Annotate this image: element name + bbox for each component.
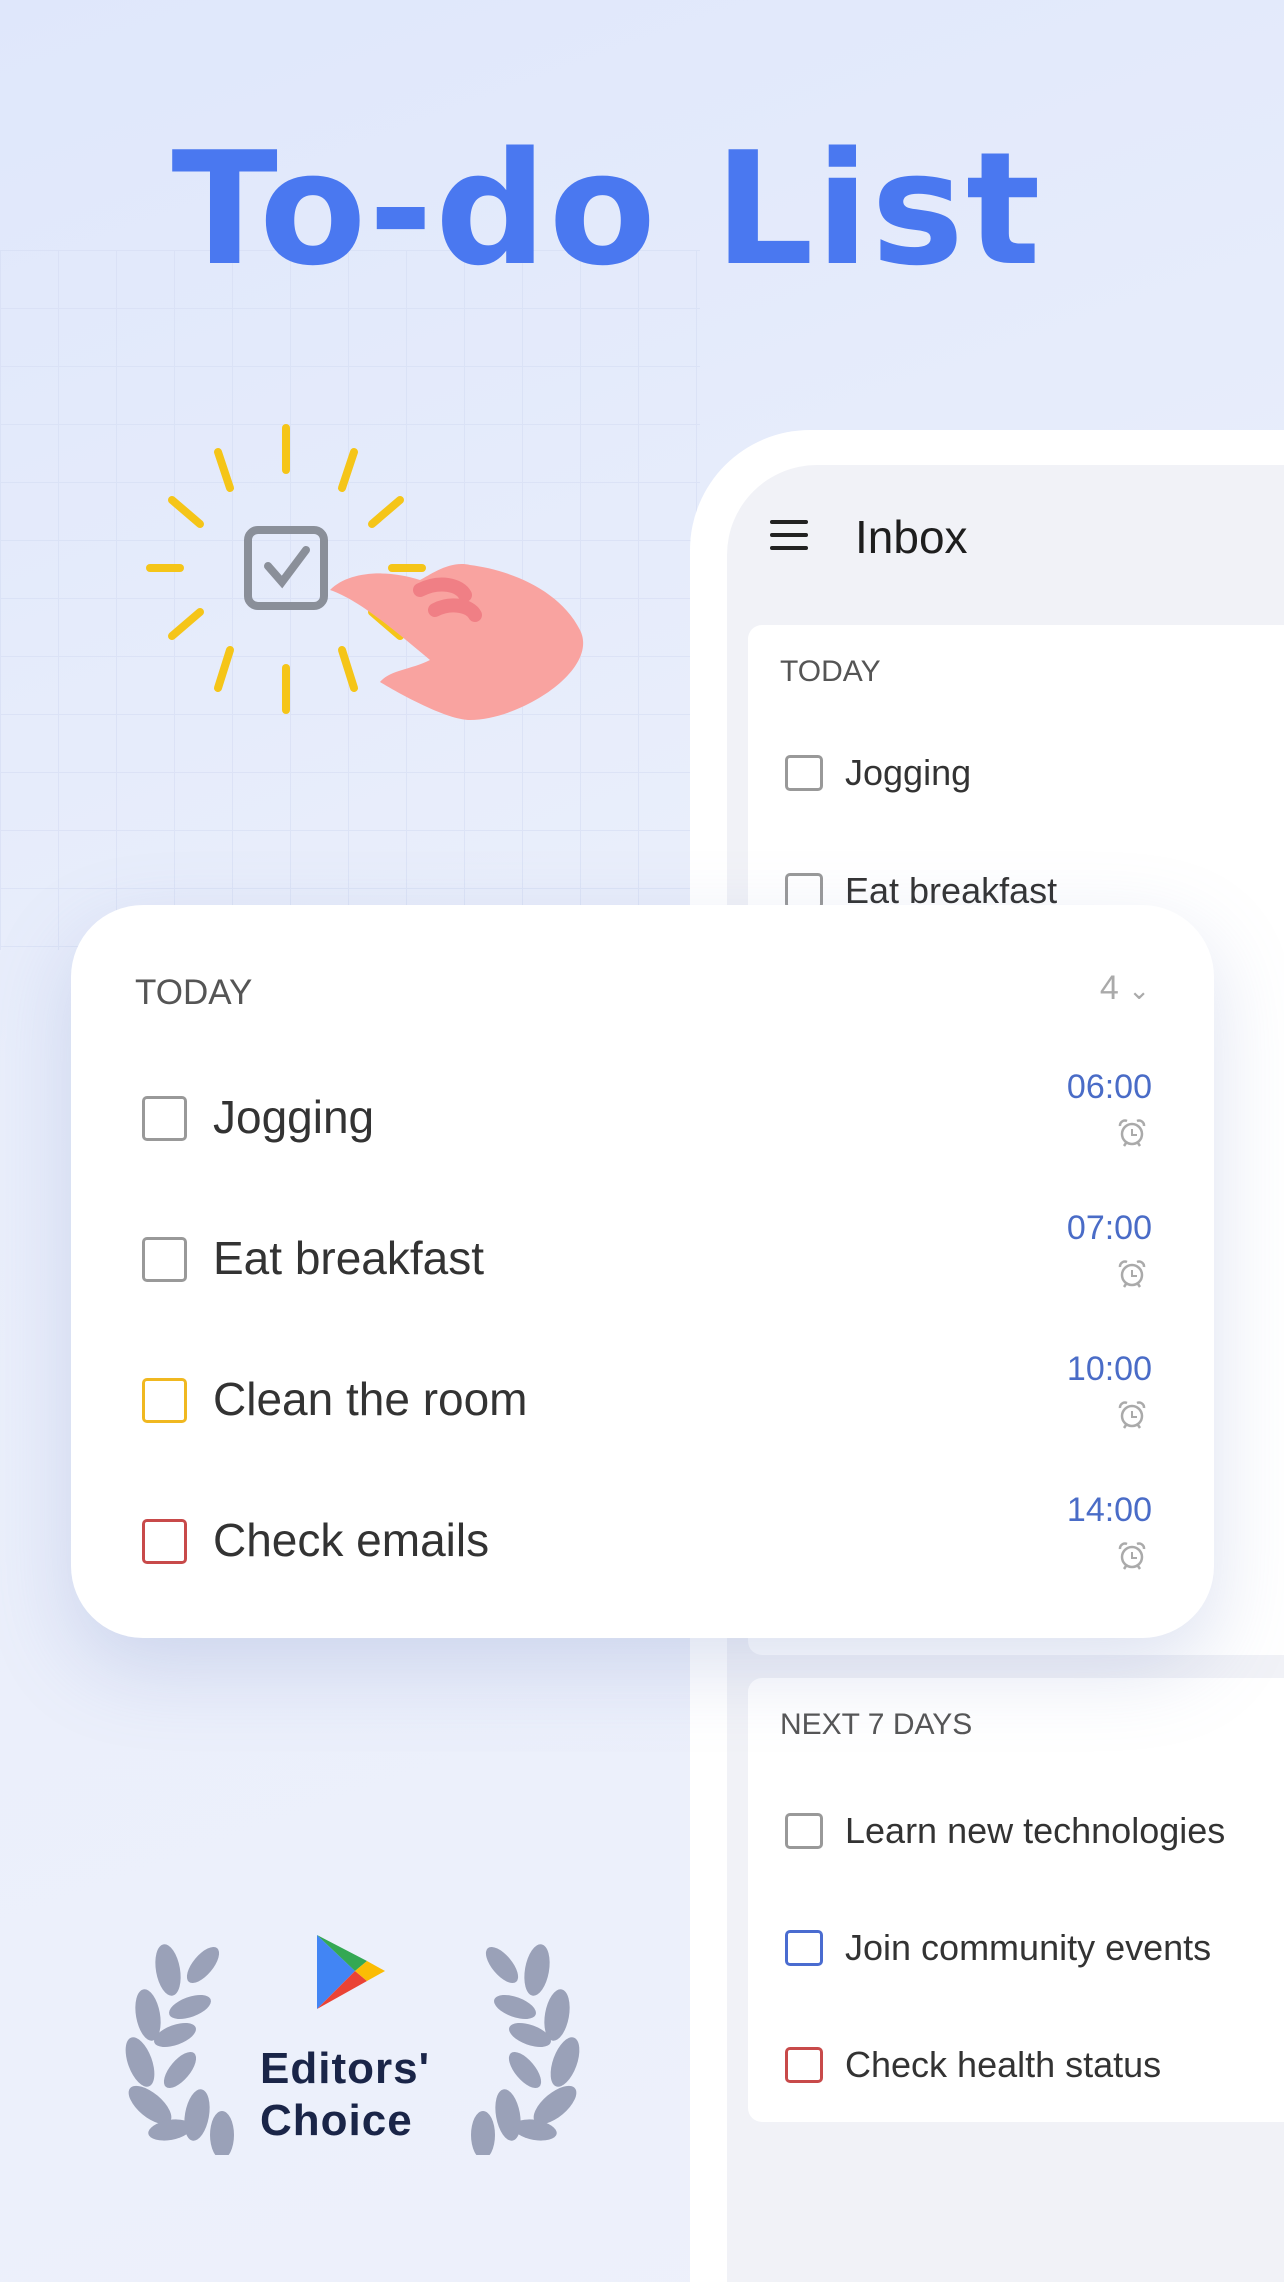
sparkle-rays-icon bbox=[146, 424, 426, 714]
checkbox[interactable] bbox=[142, 1519, 187, 1564]
checkbox[interactable] bbox=[785, 1813, 823, 1849]
today-label: TODAY bbox=[135, 973, 253, 1012]
page-title: To-do List bbox=[171, 118, 1043, 300]
task-text: Check emails bbox=[213, 1514, 490, 1566]
google-play-icon bbox=[317, 1935, 385, 2009]
phone-today-label: TODAY bbox=[780, 655, 881, 688]
task-text: Jogging bbox=[845, 752, 972, 793]
laurel-right-icon bbox=[471, 1944, 580, 2155]
phone-task-row[interactable]: Join community events bbox=[785, 1927, 1211, 1969]
task-time: 10:00 bbox=[1066, 1350, 1152, 1388]
task-row[interactable]: Check emails 14:00 bbox=[142, 1491, 1152, 1591]
task-text: Jogging bbox=[213, 1091, 375, 1143]
task-time: 06:00 bbox=[1066, 1068, 1152, 1106]
task-count-toggle[interactable]: 4 ⌄ bbox=[1100, 969, 1150, 1008]
checked-box-icon bbox=[244, 526, 328, 610]
task-row[interactable]: Clean the room 10:00 bbox=[142, 1350, 1152, 1450]
phone-task-row[interactable]: Check health status bbox=[785, 2044, 1161, 2086]
task-row[interactable]: Eat breakfast 07:00 bbox=[142, 1209, 1152, 1309]
badge-line2: Choice bbox=[260, 2096, 413, 2145]
checkbox[interactable] bbox=[142, 1237, 187, 1282]
task-text: Clean the room bbox=[213, 1373, 528, 1425]
task-text: Join community events bbox=[845, 1927, 1212, 1968]
alarm-clock-icon bbox=[1118, 1542, 1146, 1570]
phone-task-row[interactable]: Jogging bbox=[785, 752, 971, 794]
checkbox[interactable] bbox=[785, 1930, 823, 1966]
checkbox[interactable] bbox=[785, 755, 823, 791]
laurel-left-icon bbox=[125, 1944, 234, 2155]
inbox-title: Inbox bbox=[855, 511, 968, 563]
task-text: Eat breakfast bbox=[213, 1232, 485, 1284]
task-row[interactable]: Jogging 06:00 bbox=[142, 1068, 1152, 1168]
hamburger-icon[interactable] bbox=[770, 520, 808, 559]
checkbox[interactable] bbox=[785, 873, 823, 909]
badge-line1: Editors' bbox=[260, 2044, 431, 2093]
checkbox[interactable] bbox=[142, 1096, 187, 1141]
task-count: 4 bbox=[1099, 969, 1119, 1007]
task-time: 14:00 bbox=[1066, 1491, 1152, 1529]
chevron-down-icon: ⌄ bbox=[1128, 975, 1150, 1005]
checkbox[interactable] bbox=[785, 2047, 823, 2083]
phone-next7-label: NEXT 7 DAYS bbox=[780, 1708, 973, 1741]
editors-choice-label: Editors' Choice bbox=[260, 2043, 430, 2147]
editors-choice-badge: Editors' Choice bbox=[110, 1925, 590, 2165]
alarm-clock-icon bbox=[1118, 1401, 1146, 1429]
task-text: Check health status bbox=[845, 2044, 1162, 2085]
task-text: Learn new technologies bbox=[845, 1810, 1226, 1851]
task-time: 07:00 bbox=[1066, 1209, 1152, 1247]
alarm-clock-icon bbox=[1118, 1260, 1146, 1288]
phone-task-row[interactable]: Learn new technologies bbox=[785, 1810, 1225, 1852]
checkbox[interactable] bbox=[142, 1378, 187, 1423]
alarm-clock-icon bbox=[1118, 1119, 1146, 1147]
checkbox-tap-illustration bbox=[146, 424, 584, 720]
